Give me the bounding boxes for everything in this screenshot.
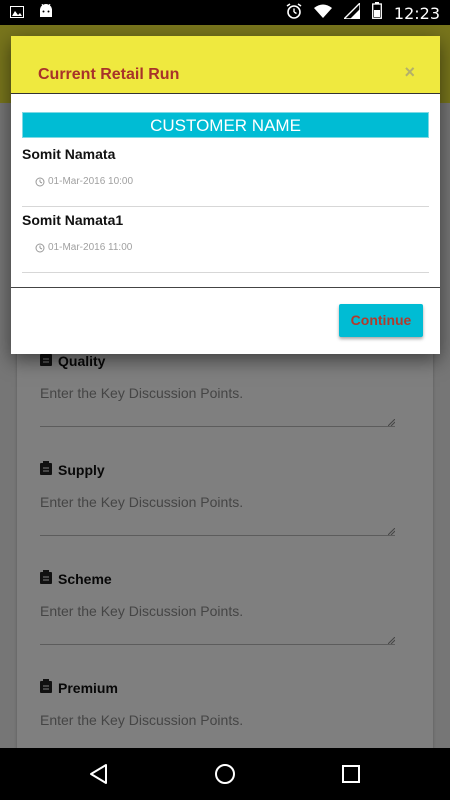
datetime-text: 01-Mar-2016 10:00 — [48, 176, 134, 187]
datetime-text: 01-Mar-2016 11:00 — [48, 242, 133, 253]
clock-icon — [35, 177, 45, 186]
clock-icon — [35, 243, 45, 252]
list-item[interactable]: Somit Namata 01-Mar-2016 10:00 — [22, 141, 429, 207]
list-item[interactable]: Somit Namata1 01-Mar-2016 11:00 — [22, 207, 429, 273]
retail-run-dialog: Current Retail Run × CUSTOMER NAME Somit… — [11, 36, 440, 354]
alarm-icon — [286, 2, 302, 24]
status-time: 12:23 — [393, 3, 440, 23]
customer-name-header: CUSTOMER NAME — [22, 112, 429, 138]
signal-icon — [342, 0, 361, 24]
customer-name: Somit Namata — [22, 146, 116, 162]
customer-list: CUSTOMER NAME Somit Namata 01-Mar-2016 1… — [11, 94, 440, 288]
visit-datetime: 01-Mar-2016 10:00 — [35, 176, 133, 187]
back-icon[interactable] — [87, 762, 111, 786]
status-bar: 12:23 — [0, 0, 450, 25]
dialog-title: Current Retail Run — [38, 66, 180, 83]
android-icon — [38, 3, 54, 23]
image-icon — [10, 5, 24, 23]
wifi-icon — [313, 4, 332, 23]
customer-name: Somit Namata1 — [22, 212, 124, 228]
navigation-bar — [0, 748, 450, 800]
recents-icon[interactable] — [339, 762, 363, 786]
home-icon[interactable] — [213, 762, 237, 786]
battery-icon — [371, 2, 382, 24]
visit-datetime: 01-Mar-2016 11:00 — [35, 242, 132, 253]
continue-button[interactable]: Continue — [339, 304, 423, 337]
close-icon[interactable]: × — [404, 62, 415, 83]
dialog-header: Current Retail Run × — [11, 36, 440, 94]
